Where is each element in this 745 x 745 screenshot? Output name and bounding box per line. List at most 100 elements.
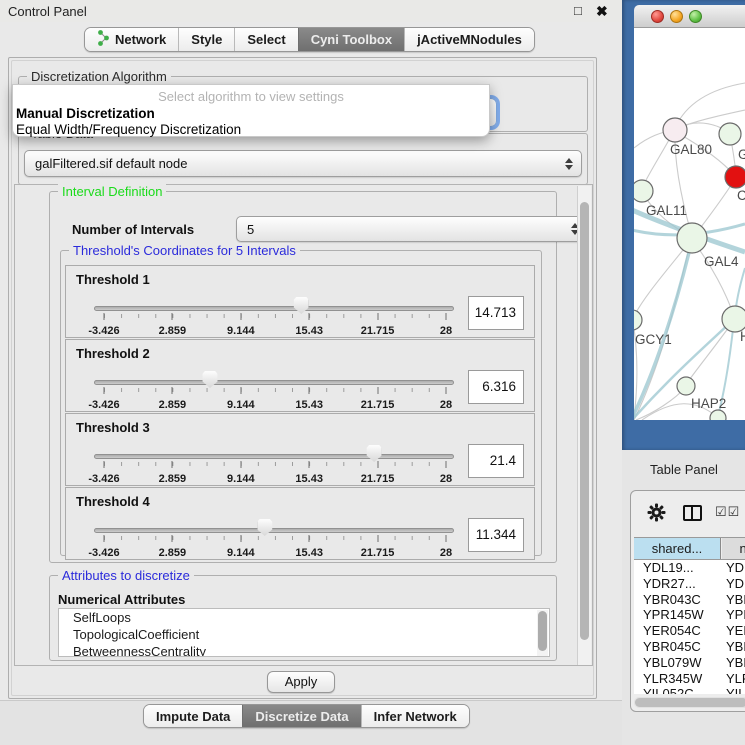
table-row[interactable]: YBR045CYBR0: [634, 639, 745, 655]
interval-definition-group: Interval Definition Number of Intervals …: [49, 191, 557, 563]
tab-jactivemnodules[interactable]: jActiveMNodules: [404, 28, 534, 51]
list-item[interactable]: TopologicalCoefficient: [59, 626, 549, 643]
table-panel-body: ☑☑ shared... na YDL19...YDL1 YDR27...YDR…: [630, 490, 745, 712]
tab-infer-network[interactable]: Infer Network: [361, 705, 469, 727]
table-rows[interactable]: YDL19...YDL1 YDR27...YDR2 YBR043CYBR0 YP…: [634, 560, 745, 694]
numerical-attributes-list[interactable]: SelfLoops TopologicalCoefficient Between…: [58, 608, 550, 657]
node-label-c: C: [737, 188, 745, 203]
node-gal80[interactable]: [663, 118, 687, 142]
discretization-algorithm-group-label: Discretization Algorithm: [27, 69, 171, 84]
table-row[interactable]: YDL19...YDL1: [634, 560, 745, 576]
threshold-2-slider-ticks: -3.426 2.859 9.144 15.43 21.715 28: [104, 387, 446, 413]
tab-cyni-toolbox[interactable]: Cyni Toolbox: [298, 28, 404, 51]
table-data-combobox[interactable]: galFiltered.sif default node: [24, 150, 582, 177]
algorithm-popup-hint: Select algorithm to view settings: [13, 89, 489, 104]
algorithm-dropdown-popup: Select algorithm to view settings Manual…: [12, 84, 490, 137]
number-of-intervals-label: Number of Intervals: [72, 222, 194, 237]
gear-icon[interactable]: [647, 503, 666, 527]
number-of-intervals-value: 5: [247, 217, 559, 242]
algorithm-option-manual[interactable]: Manual Discretization: [16, 106, 155, 121]
network-icon: [97, 30, 110, 49]
threshold-3-slider-thumb[interactable]: [367, 445, 382, 462]
node-label-h: H: [740, 329, 745, 344]
tab-network-label: Network: [115, 32, 166, 47]
node-label-gal11: GAL11: [646, 203, 687, 218]
node-label-gal80: GAL80: [670, 142, 712, 157]
table-header-row: shared... na: [634, 537, 745, 560]
zoom-traffic-light-icon[interactable]: [689, 10, 702, 23]
list-item[interactable]: BetweennessCentrality: [59, 643, 549, 657]
node-hap2[interactable]: [677, 377, 695, 395]
float-window-icon[interactable]: □: [574, 3, 582, 18]
network-window-titlebar[interactable]: [634, 5, 745, 28]
algorithm-option-equal-width[interactable]: Equal Width/Frequency Discretization: [16, 122, 241, 137]
column-header-shared-name[interactable]: shared...: [634, 538, 721, 559]
tab-discretize-data[interactable]: Discretize Data: [242, 705, 360, 727]
thresholds-group-label: Threshold's Coordinates for 5 Intervals: [69, 243, 300, 258]
node-gcy1[interactable]: [634, 310, 642, 330]
threshold-4-slider-thumb[interactable]: [257, 519, 272, 536]
node-ga[interactable]: [719, 123, 741, 145]
threshold-3-slider-ticks: -3.426 2.859 9.144 15.43 21.715 28: [104, 461, 446, 487]
close-traffic-light-icon[interactable]: [651, 10, 664, 23]
table-row[interactable]: YER054CYER0: [634, 623, 745, 639]
table-toolbar: ☑☑: [631, 491, 745, 535]
control-panel-window: Control Panel □ ✖ Network Style Select: [0, 0, 622, 745]
numerical-attributes-label: Numerical Attributes: [58, 592, 185, 607]
node-label-gcy1: GCY1: [635, 332, 672, 347]
network-view-window: GAL80 GA C GAL11 GAL4 GCY1 H HAP2: [622, 0, 745, 450]
tab-select[interactable]: Select: [234, 28, 297, 51]
node-label-hap2: HAP2: [691, 396, 726, 411]
node-label-gal4: GAL4: [704, 254, 739, 269]
threshold-1-value-field[interactable]: 14.713: [468, 296, 524, 330]
threshold-1-slider-thumb[interactable]: [294, 297, 309, 314]
attributes-group-label: Attributes to discretize: [58, 568, 194, 583]
checkbox-icons[interactable]: ☑☑: [715, 504, 740, 520]
top-tab-bar: Network Style Select Cyni Toolbox jActiv…: [84, 27, 535, 52]
node-gal4[interactable]: [677, 223, 707, 253]
close-icon[interactable]: ✖: [596, 3, 608, 20]
node-red-selected[interactable]: [725, 166, 745, 188]
interval-definition-group-label: Interval Definition: [58, 184, 166, 199]
apply-button[interactable]: Apply: [267, 671, 335, 693]
tab-impute-data[interactable]: Impute Data: [144, 705, 242, 727]
table-horizontal-scrollbar[interactable]: [634, 697, 745, 708]
table-panel-title: Table Panel: [650, 462, 718, 477]
table-row[interactable]: YDR27...YDR2: [634, 576, 745, 592]
settings-scroll-viewport: Interval Definition Number of Intervals …: [14, 184, 593, 666]
minimize-traffic-light-icon[interactable]: [670, 10, 683, 23]
threshold-2-slider-thumb[interactable]: [203, 371, 218, 388]
threshold-4-value-field[interactable]: 11.344: [468, 518, 524, 552]
screen: Control Panel □ ✖ Network Style Select: [0, 0, 745, 745]
stepper-arrows-icon: [564, 158, 572, 170]
table-row[interactable]: YBL079WYBL0: [634, 655, 745, 671]
list-item[interactable]: SelfLoops: [59, 609, 549, 626]
threshold-1-slider-ticks: -3.426 2.859 9.144 15.43 21.715 28: [104, 313, 446, 339]
tab-network[interactable]: Network: [85, 28, 178, 51]
table-row[interactable]: YPR145WYPR1: [634, 607, 745, 623]
network-canvas[interactable]: GAL80 GA C GAL11 GAL4 GCY1 H HAP2: [634, 28, 745, 420]
threshold-2-row: Threshold 2 -3.426 2.859 9.144 15.43 21.…: [65, 339, 535, 412]
window-title: Control Panel: [8, 4, 87, 19]
control-panel-titlebar[interactable]: Control Panel □ ✖: [0, 0, 622, 22]
tab-style[interactable]: Style: [178, 28, 234, 51]
attributes-list-scrollbar[interactable]: [537, 610, 548, 657]
threshold-3-value-field[interactable]: 21.4: [468, 444, 524, 478]
threshold-1-row: Threshold 1 -3.426 2.859 9.144 15.43 21.…: [65, 265, 535, 338]
thresholds-group: Threshold's Coordinates for 5 Intervals …: [60, 250, 542, 556]
table-row[interactable]: YBR043CYBR0: [634, 592, 745, 608]
node-bottom[interactable]: [710, 410, 726, 420]
table-data-selected-value: galFiltered.sif default node: [35, 151, 553, 177]
settings-vertical-scrollbar[interactable]: [577, 186, 591, 665]
node-label-ga: GA: [738, 147, 745, 162]
column-header-name[interactable]: na: [722, 538, 745, 559]
attributes-group: Attributes to discretize Numerical Attri…: [49, 575, 557, 661]
table-row[interactable]: YIL052CYIL0: [634, 686, 745, 694]
table-row[interactable]: YLR345WYLR3: [634, 671, 745, 687]
bottom-tab-bar: Impute Data Discretize Data Infer Networ…: [143, 704, 470, 728]
number-of-intervals-combobox[interactable]: 5: [236, 216, 588, 242]
node-gal11[interactable]: [634, 180, 653, 202]
threshold-2-value-field[interactable]: 6.316: [468, 370, 524, 404]
column-split-icon[interactable]: [683, 505, 702, 521]
threshold-4-slider-ticks: -3.426 2.859 9.144 15.43 21.715 28: [104, 535, 446, 561]
